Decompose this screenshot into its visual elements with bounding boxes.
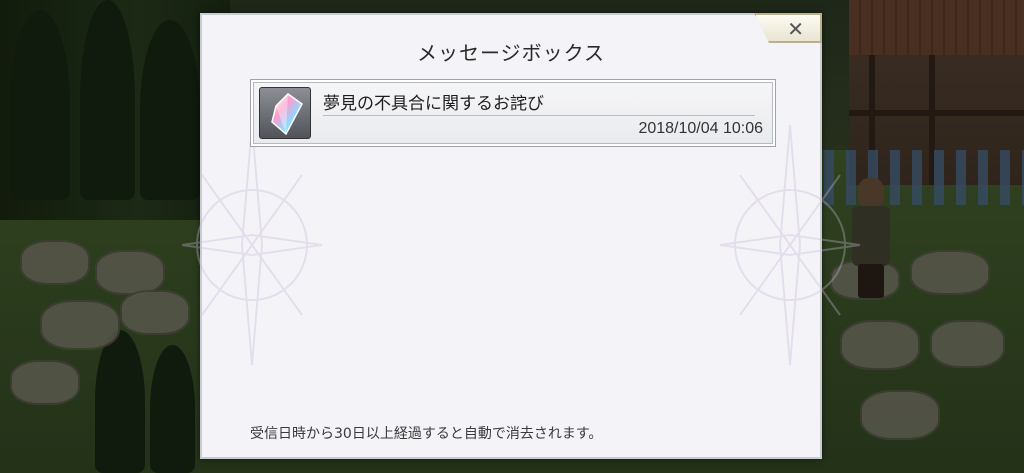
decorative-emblem bbox=[182, 124, 322, 366]
close-icon: ✕ bbox=[787, 17, 804, 41]
message-timestamp: 2018/10/04 10:06 bbox=[638, 120, 763, 137]
divider bbox=[323, 115, 755, 116]
message-box-dialog: メッセージボックス ✕ 夢見の不具合に関するお詫び 2018/10/04 10:… bbox=[182, 13, 860, 459]
message-item[interactable]: 夢見の不具合に関するお詫び 2018/10/04 10:06 bbox=[250, 79, 776, 147]
dialog-title: メッセージボックス bbox=[417, 41, 605, 65]
decorative-emblem bbox=[720, 124, 860, 366]
crystal-icon bbox=[259, 87, 311, 139]
message-subject: 夢見の不具合に関するお詫び bbox=[323, 94, 544, 114]
auto-delete-notice: 受信日時から30日以上経過すると自動で消去されます。 bbox=[250, 426, 603, 442]
